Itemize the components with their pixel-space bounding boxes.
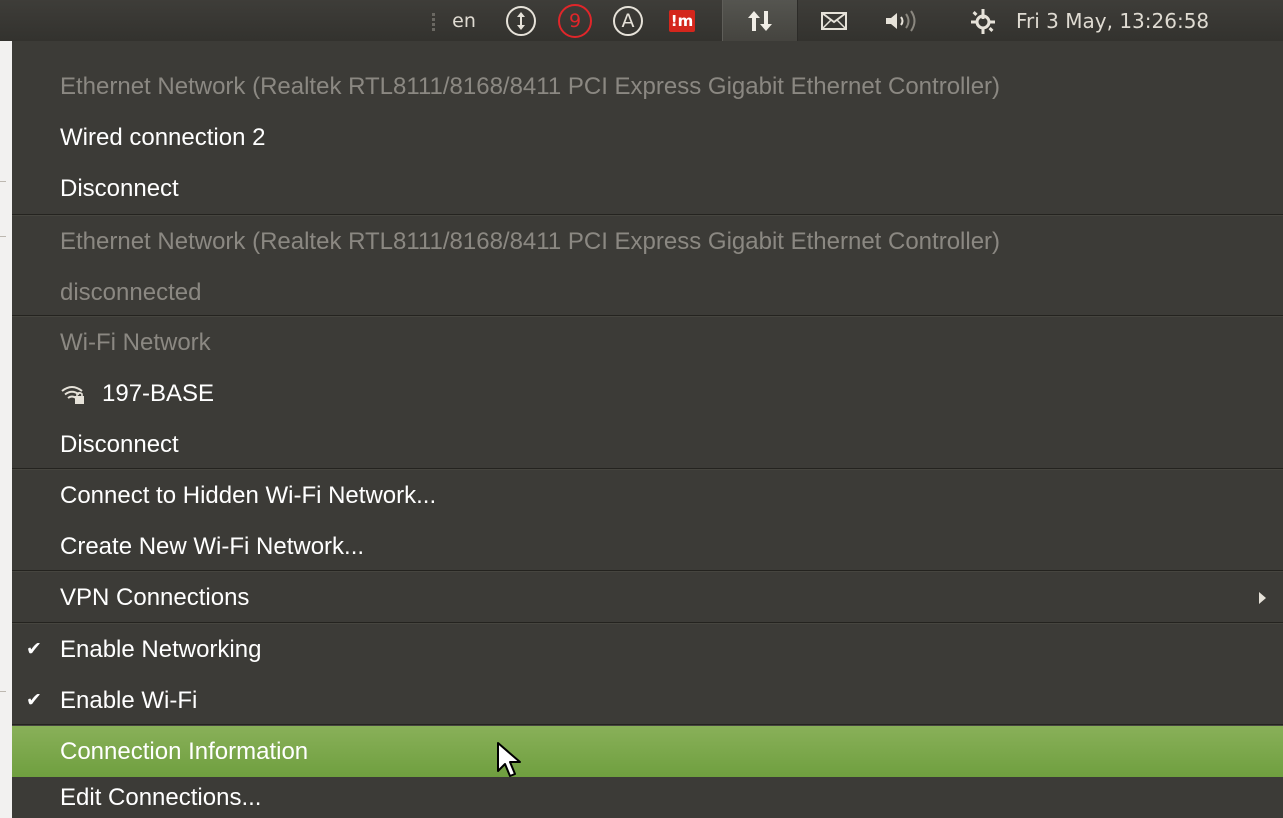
ethernet1-header-label: Ethernet Network (Realtek RTL8111/8168/8… (60, 72, 1001, 100)
network-indicator-button[interactable] (722, 0, 798, 41)
create-new-wifi-label: Create New Wi-Fi Network... (60, 532, 365, 560)
ethernet2-header-label: Ethernet Network (Realtek RTL8111/8168/8… (60, 227, 1001, 255)
ethernet2-status: disconnected (12, 267, 1283, 318)
antivirus-indicator[interactable]: !m (665, 0, 699, 41)
clock-label: Fri 3 May, 13:26:58 (1016, 8, 1210, 33)
background-window-mark (0, 181, 6, 182)
submenu-arrow-icon (1258, 572, 1267, 623)
background-window-mark (0, 691, 6, 692)
notification-count-icon: 9 (558, 3, 592, 38)
top-panel: en 9 A !m Fri 3 May, 13:26:58 (0, 0, 1283, 41)
wired-connection-item[interactable]: Wired connection 2 (12, 112, 1283, 163)
up-down-arrow-icon (506, 5, 536, 36)
checkmark-icon: ✔ (26, 690, 42, 711)
mcafee-icon: !m (669, 9, 695, 32)
indicator-updown[interactable] (504, 0, 538, 41)
edit-connections-item[interactable]: Edit Connections... (12, 777, 1283, 818)
messaging-indicator[interactable] (814, 0, 854, 41)
wifi-network-label: 197-BASE (102, 379, 215, 407)
language-label: en (452, 9, 476, 32)
session-indicator[interactable] (966, 0, 1000, 41)
wifi-signal-lock-icon (60, 383, 86, 405)
speaker-icon (886, 9, 916, 32)
wired-connection-label: Wired connection 2 (60, 123, 266, 151)
enable-wifi-label: Enable Wi-Fi (60, 686, 198, 714)
envelope-icon (821, 11, 847, 30)
enable-networking-label: Enable Networking (60, 635, 262, 663)
disconnect-wired-item[interactable]: Disconnect (12, 163, 1283, 214)
network-transfer-icon (748, 10, 772, 31)
keyboard-layout-indicator[interactable]: en (444, 0, 484, 41)
network-menu: Ethernet Network (Realtek RTL8111/8168/8… (12, 60, 1283, 818)
accessibility-letter: A (621, 9, 635, 32)
panel-drag-handle (432, 13, 435, 31)
checkmark-icon: ✔ (26, 639, 42, 660)
ethernet2-status-label: disconnected (60, 278, 202, 306)
disconnect-wired-label: Disconnect (60, 174, 179, 202)
ethernet2-header: Ethernet Network (Realtek RTL8111/8168/8… (12, 216, 1283, 267)
gear-icon (971, 8, 995, 34)
background-window-edge (0, 41, 12, 818)
antivirus-label: !m (670, 11, 694, 30)
clock-indicator[interactable]: Fri 3 May, 13:26:58 (1016, 0, 1280, 41)
accessibility-indicator[interactable]: A (611, 0, 645, 41)
disconnect-wifi-item[interactable]: Disconnect (12, 419, 1283, 470)
connect-hidden-wifi-label: Connect to Hidden Wi-Fi Network... (60, 481, 437, 509)
enable-wifi-item[interactable]: ✔ Enable Wi-Fi (12, 675, 1283, 726)
notification-indicator[interactable]: 9 (556, 0, 594, 41)
connection-information-label: Connection Information (60, 737, 309, 765)
disconnect-wifi-label: Disconnect (60, 430, 179, 458)
vpn-connections-label: VPN Connections (60, 583, 250, 611)
connect-hidden-wifi-item[interactable]: Connect to Hidden Wi-Fi Network... (12, 470, 1283, 521)
create-new-wifi-item[interactable]: Create New Wi-Fi Network... (12, 521, 1283, 572)
ethernet1-header: Ethernet Network (Realtek RTL8111/8168/8… (12, 61, 1283, 112)
keyboard-a-icon: A (613, 5, 643, 36)
wifi-header-label: Wi-Fi Network (60, 328, 211, 356)
vpn-connections-item[interactable]: VPN Connections (12, 572, 1283, 623)
background-window-mark (0, 236, 6, 237)
enable-networking-item[interactable]: ✔ Enable Networking (12, 624, 1283, 675)
mouse-pointer-icon (497, 742, 521, 777)
wifi-network-item[interactable]: 197-BASE (12, 368, 1283, 419)
notification-count: 9 (568, 9, 582, 32)
edit-connections-label: Edit Connections... (60, 783, 262, 811)
sound-indicator[interactable] (878, 0, 926, 41)
wifi-header: Wi-Fi Network (12, 317, 1283, 368)
connection-information-item[interactable]: Connection Information (12, 726, 1283, 777)
